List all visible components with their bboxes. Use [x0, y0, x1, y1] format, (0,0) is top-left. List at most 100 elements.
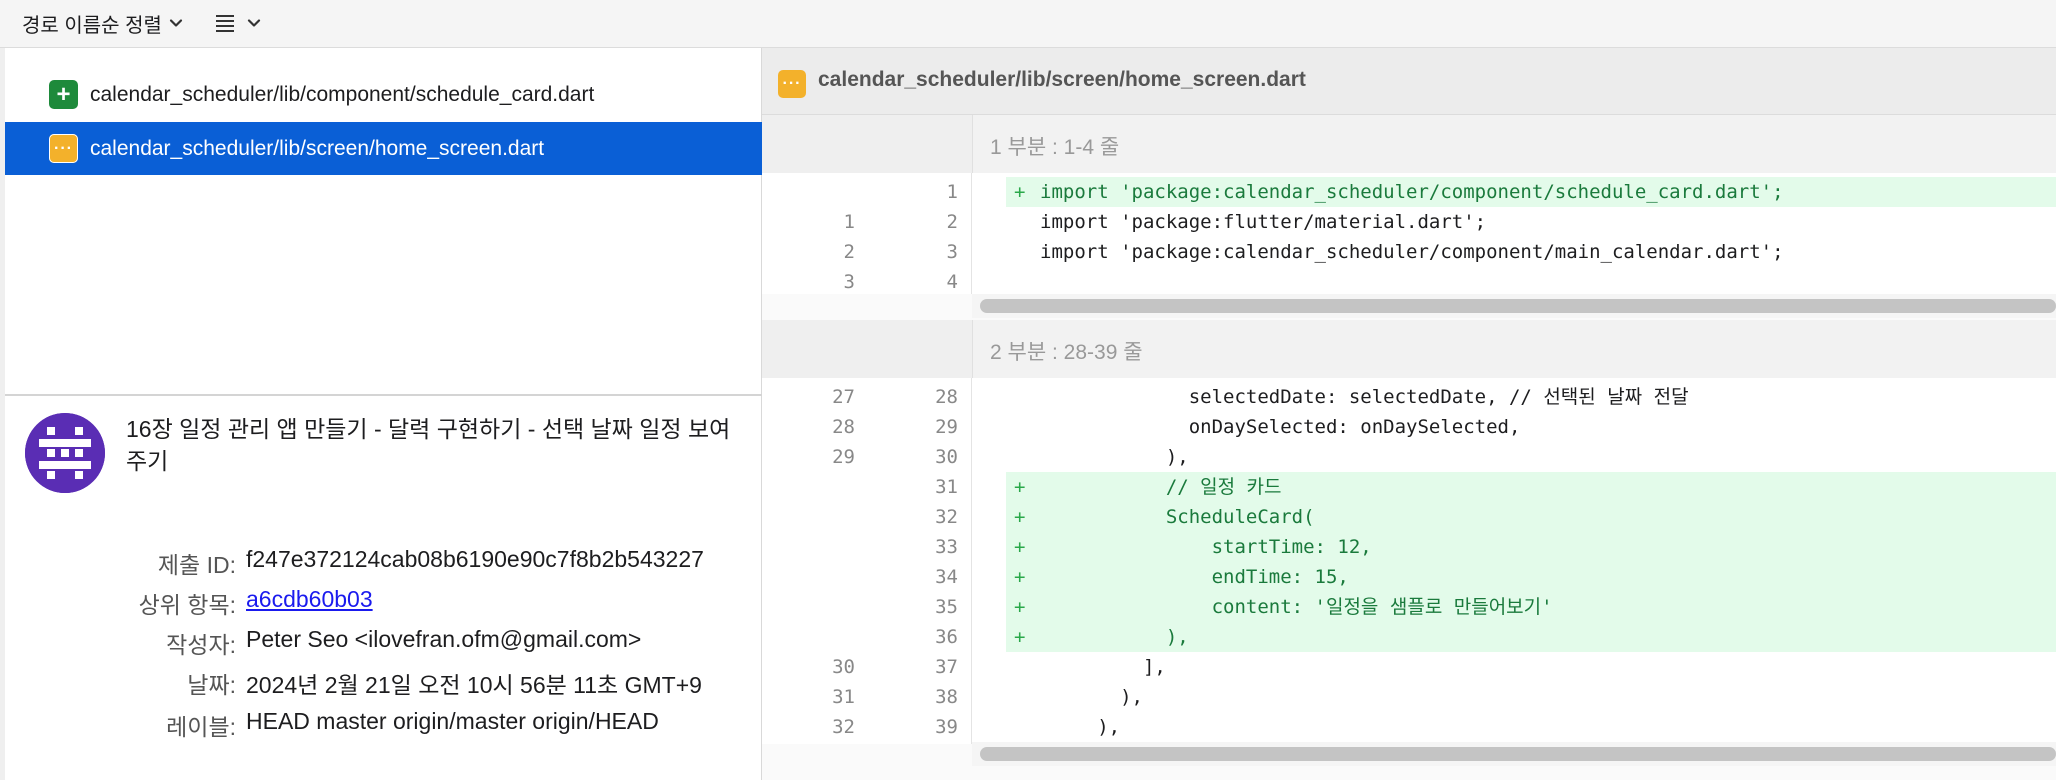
diff-header: ··· calendar_scheduler/lib/screen/home_s…: [762, 48, 2056, 115]
added-line: 34 + endTime: 15,: [762, 562, 2056, 592]
hunk-header: 1 부분 : 1-4 줄: [762, 115, 2056, 173]
context-line: 32 39 ),: [762, 712, 2056, 742]
code-text: import 'package:flutter/material.dart';: [1040, 211, 1487, 233]
parent-label: 상위 항목:: [138, 592, 236, 618]
line-highlight: [1006, 267, 2056, 297]
new-line-number: 39: [935, 716, 958, 738]
new-line-number: 33: [935, 536, 958, 558]
hunk-title: 2 부분 : 28-39 줄: [990, 341, 1143, 364]
parent-commit-link[interactable]: a6cdb60b03: [246, 586, 373, 613]
left-pane: + calendar_scheduler/lib/component/sched…: [5, 48, 762, 780]
added-line: 1 + import 'package:calendar_scheduler/com…: [762, 177, 2056, 207]
context-line: 2 3 import 'package:calendar_scheduler/com…: [762, 237, 2056, 267]
added-marker: +: [1014, 506, 1026, 528]
code-text: selectedDate: selectedDate, // 선택된 날짜 전달: [1040, 386, 1689, 408]
commit-details: 16장 일정 관리 앱 만들기 - 달력 구현하기 - 선택 날짜 일정 보여주…: [5, 396, 762, 780]
added-marker: +: [1014, 596, 1026, 618]
new-line-number: 4: [946, 271, 958, 293]
parent-row: 상위 항목: a6cdb60b03: [5, 586, 762, 618]
hunk-gutter: [762, 320, 973, 378]
code-text: startTime: 12,: [1040, 536, 1372, 558]
code-text: // 일정 카드: [1040, 476, 1282, 498]
date-value: 2024년 2월 21일 오전 10시 56분 11초 GMT+9: [246, 672, 702, 698]
new-line-number: 37: [935, 656, 958, 678]
sort-dropdown-button[interactable]: 경로 이름순 정렬: [22, 8, 184, 38]
added-line: 36 + ),: [762, 622, 2056, 652]
context-line: 30 37 ],: [762, 652, 2056, 682]
line-highlight: [1006, 682, 2056, 712]
added-marker: +: [1014, 181, 1026, 203]
new-line-number: 32: [935, 506, 958, 528]
new-line-number: 36: [935, 626, 958, 648]
sort-label: 경로 이름순 정렬: [22, 14, 162, 37]
context-line: 1 2 import 'package:flutter/material.dart'…: [762, 207, 2056, 237]
new-line-number: 35: [935, 596, 958, 618]
context-line: 29 30 ),: [762, 442, 2056, 472]
file-item-home-screen[interactable]: ··· calendar_scheduler/lib/screen/home_s…: [5, 122, 762, 175]
new-line-number: 2: [946, 211, 958, 233]
toolbar: 경로 이름순 정렬: [0, 0, 2056, 48]
added-file-icon: +: [49, 80, 78, 109]
hunk-gutter: [762, 115, 973, 173]
line-highlight: [1006, 712, 2056, 742]
code-text: import 'package:calendar_scheduler/compo…: [1040, 181, 1784, 203]
view-options-button[interactable]: [214, 8, 262, 38]
author-value: Peter Seo <ilovefran.ofm@gmail.com>: [246, 626, 642, 652]
author-avatar: [25, 413, 105, 493]
added-line: 33 + startTime: 12,: [762, 532, 2056, 562]
code-text: import 'package:calendar_scheduler/compo…: [1040, 241, 1784, 263]
code-text: ),: [1040, 716, 1121, 738]
context-line: 27 28 selectedDate: selectedDate, // 선택된 …: [762, 382, 2056, 412]
new-line-number: 1: [946, 181, 958, 203]
file-path: calendar_scheduler/lib/component/schedul…: [90, 82, 595, 106]
new-line-number: 34: [935, 566, 958, 588]
new-line-number: 31: [935, 476, 958, 498]
code-text: content: '일정을 샘플로 만들어보기': [1040, 596, 1553, 618]
added-marker: +: [1014, 566, 1026, 588]
modified-file-icon: ···: [49, 134, 78, 163]
code-text: onDaySelected: onDaySelected,: [1040, 416, 1521, 438]
code-text: ),: [1040, 686, 1143, 708]
date-label: 날짜:: [187, 672, 236, 698]
diff-pane: ··· calendar_scheduler/lib/screen/home_s…: [762, 48, 2056, 780]
diff-file-path: calendar_scheduler/lib/screen/home_scree…: [818, 68, 1306, 91]
chevron-down-icon: [247, 19, 261, 27]
new-line-number: 29: [935, 416, 958, 438]
hunk-body: 1 + import 'package:calendar_scheduler/com…: [762, 173, 2056, 294]
horizontal-scrollbar[interactable]: [980, 747, 2056, 761]
date-row: 날짜: 2024년 2월 21일 오전 10시 56분 11초 GMT+9: [5, 666, 762, 698]
hunk-body: 27 28 selectedDate: selectedDate, // 선택된 …: [762, 378, 2056, 744]
added-marker: +: [1014, 476, 1026, 498]
author-row: 작성자: Peter Seo <ilovefran.ofm@gmail.com>: [5, 626, 762, 658]
code-text: ),: [1040, 446, 1189, 468]
context-line: 31 38 ),: [762, 682, 2056, 712]
code-text: ),: [1040, 626, 1189, 648]
new-line-number: 3: [946, 241, 958, 263]
changed-file-list: + calendar_scheduler/lib/component/sched…: [5, 48, 762, 394]
code-text: ScheduleCard(: [1040, 506, 1315, 528]
author-label: 작성자:: [166, 632, 236, 658]
commit-id-label: 제출 ID:: [157, 552, 236, 578]
added-line: 31 + // 일정 카드: [762, 472, 2056, 502]
added-line: 32 + ScheduleCard(: [762, 502, 2056, 532]
commit-id-value: f247e372124cab08b6190e90c7f8b2b543227: [246, 546, 704, 572]
chevron-down-icon: [169, 19, 183, 27]
labels-label: 레이블:: [166, 714, 236, 740]
modified-file-icon: ···: [778, 70, 806, 98]
new-line-number: 30: [935, 446, 958, 468]
list-icon: [216, 15, 234, 32]
code-text: ],: [1040, 656, 1166, 678]
commit-id-row: 제출 ID: f247e372124cab08b6190e90c7f8b2b54…: [5, 546, 762, 578]
code-text: endTime: 15,: [1040, 566, 1349, 588]
hunk-title: 1 부분 : 1-4 줄: [990, 136, 1120, 159]
context-line: 28 29 onDaySelected: onDaySelected,: [762, 412, 2056, 442]
added-marker: +: [1014, 626, 1026, 648]
horizontal-scrollbar[interactable]: [980, 299, 2056, 313]
added-marker: +: [1014, 536, 1026, 558]
file-item-schedule-card[interactable]: + calendar_scheduler/lib/component/sched…: [5, 68, 762, 121]
context-line: 34: [762, 267, 2056, 297]
new-line-number: 38: [935, 686, 958, 708]
hunk-header: 2 부분 : 28-39 줄: [762, 320, 2056, 378]
added-line: 35 + content: '일정을 샘플로 만들어보기': [762, 592, 2056, 622]
labels-value: HEAD master origin/master origin/HEAD: [246, 708, 659, 734]
